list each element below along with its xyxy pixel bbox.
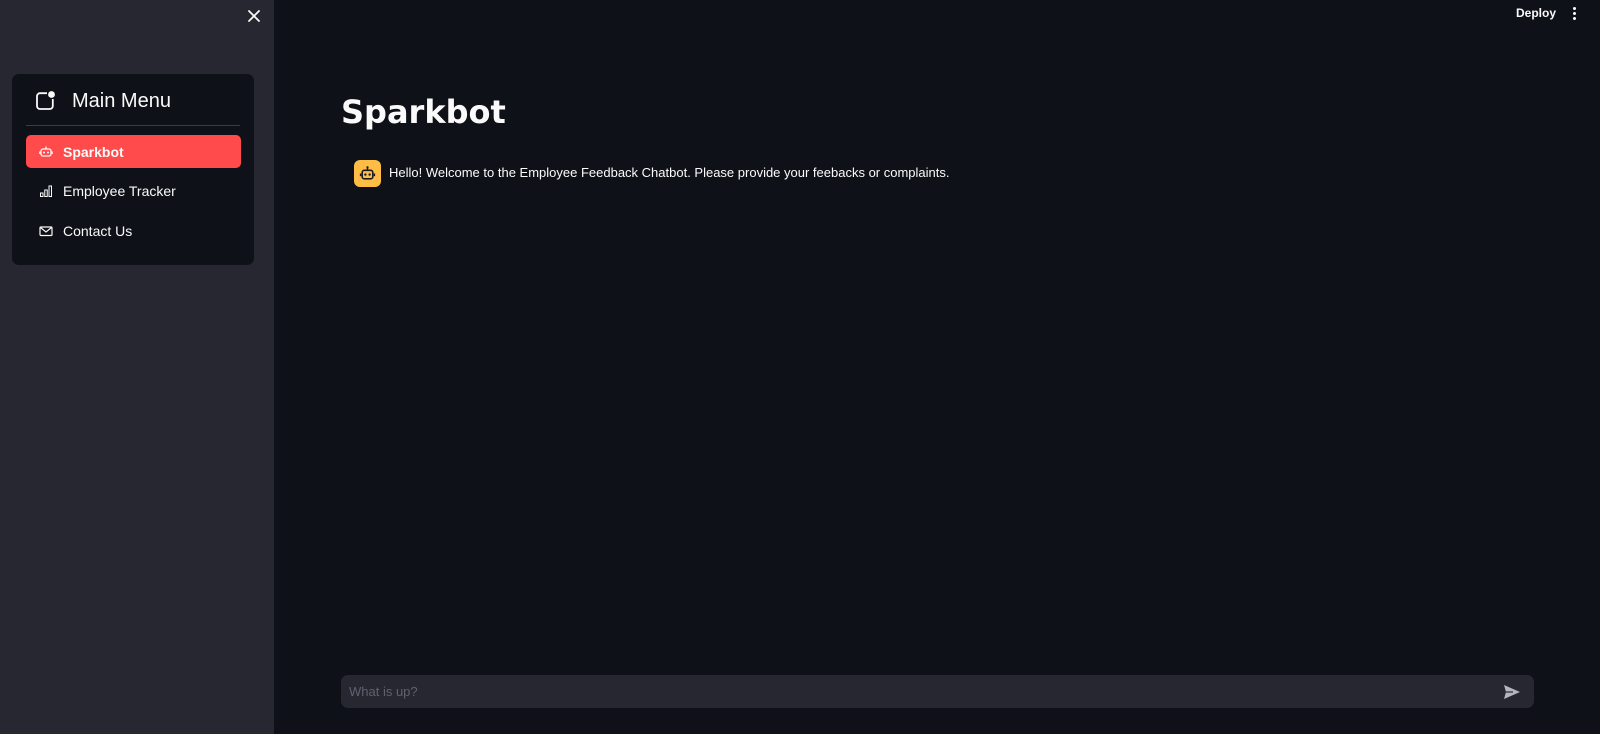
menu-item-label: Sparkbot	[63, 143, 124, 160]
page-title: Sparkbot	[341, 93, 506, 131]
envelope-icon	[39, 224, 53, 238]
menu-item-contact-us[interactable]: Contact Us	[26, 214, 241, 247]
menu-item-label: Contact Us	[63, 222, 133, 239]
chat-input[interactable]	[341, 675, 1491, 708]
menu-item-sparkbot[interactable]: Sparkbot	[26, 135, 241, 168]
main-menu: Main Menu Sparkbot Employee Tracker Cont…	[12, 74, 254, 265]
chat-message: Hello! Welcome to the Employee Feedback …	[354, 159, 950, 187]
app-indicator-icon	[34, 90, 58, 114]
menu-header: Main Menu	[26, 88, 240, 126]
robot-icon	[354, 159, 381, 187]
bar-chart-icon	[39, 184, 53, 198]
menu-item-employee-tracker[interactable]: Employee Tracker	[26, 174, 241, 207]
more-vertical-icon[interactable]	[1566, 3, 1582, 23]
robot-icon	[39, 145, 53, 159]
sidebar: Main Menu Sparkbot Employee Tracker Cont…	[0, 0, 274, 734]
chat-input-container	[341, 675, 1534, 708]
close-icon[interactable]	[242, 4, 266, 28]
chat-message-text: Hello! Welcome to the Employee Feedback …	[389, 165, 950, 180]
menu-title: Main Menu	[72, 90, 171, 112]
send-icon[interactable]	[1501, 682, 1523, 702]
deploy-button[interactable]: Deploy	[1516, 4, 1556, 22]
menu-item-label: Employee Tracker	[63, 182, 176, 199]
app: Main Menu Sparkbot Employee Tracker Cont…	[0, 0, 1600, 734]
